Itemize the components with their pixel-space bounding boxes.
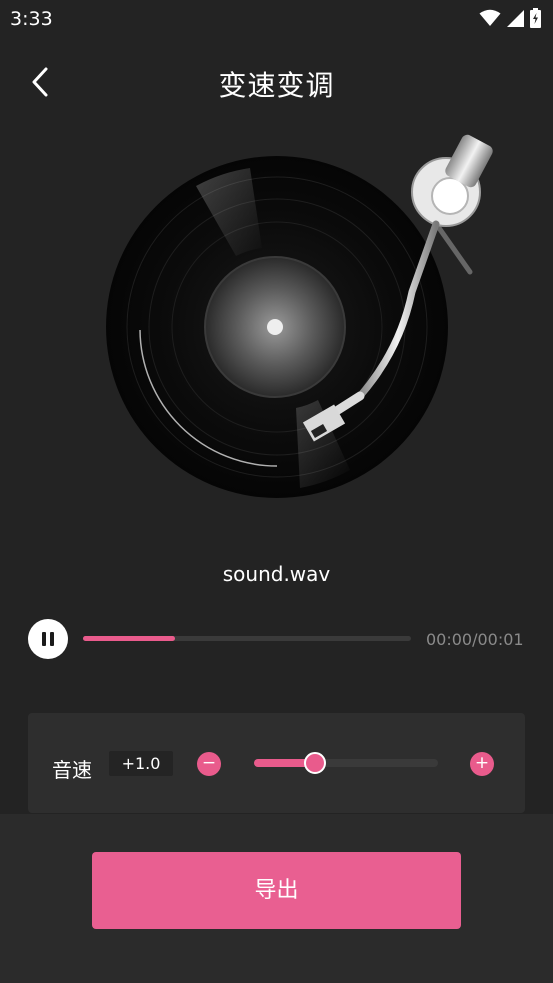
status-bar: 3:33: [0, 0, 553, 38]
speed-increase-button[interactable]: +: [470, 752, 494, 776]
signal-icon: [507, 9, 524, 27]
speed-label: 音速: [52, 758, 92, 782]
speed-value: +1.0: [109, 751, 173, 776]
plus-icon: +: [474, 753, 490, 773]
playback-progress-fill: [83, 636, 175, 641]
minus-icon: −: [201, 753, 217, 773]
status-time: 3:33: [10, 8, 53, 30]
status-icons: [479, 8, 541, 28]
export-button[interactable]: 导出: [92, 852, 461, 929]
playback-time: 00:00/00:01: [426, 630, 524, 649]
page-title: 变速变调: [218, 69, 335, 102]
pause-button[interactable]: [28, 619, 68, 659]
speed-decrease-button[interactable]: −: [197, 752, 221, 776]
speed-slider[interactable]: [254, 759, 438, 767]
speed-slider-thumb[interactable]: [303, 752, 326, 774]
playback-progress-bar[interactable]: [83, 636, 411, 641]
wifi-icon: [479, 9, 501, 26]
battery-icon: [530, 8, 541, 28]
file-name: sound.wav: [222, 562, 331, 586]
vinyl-turntable-illustration: [106, 134, 493, 498]
